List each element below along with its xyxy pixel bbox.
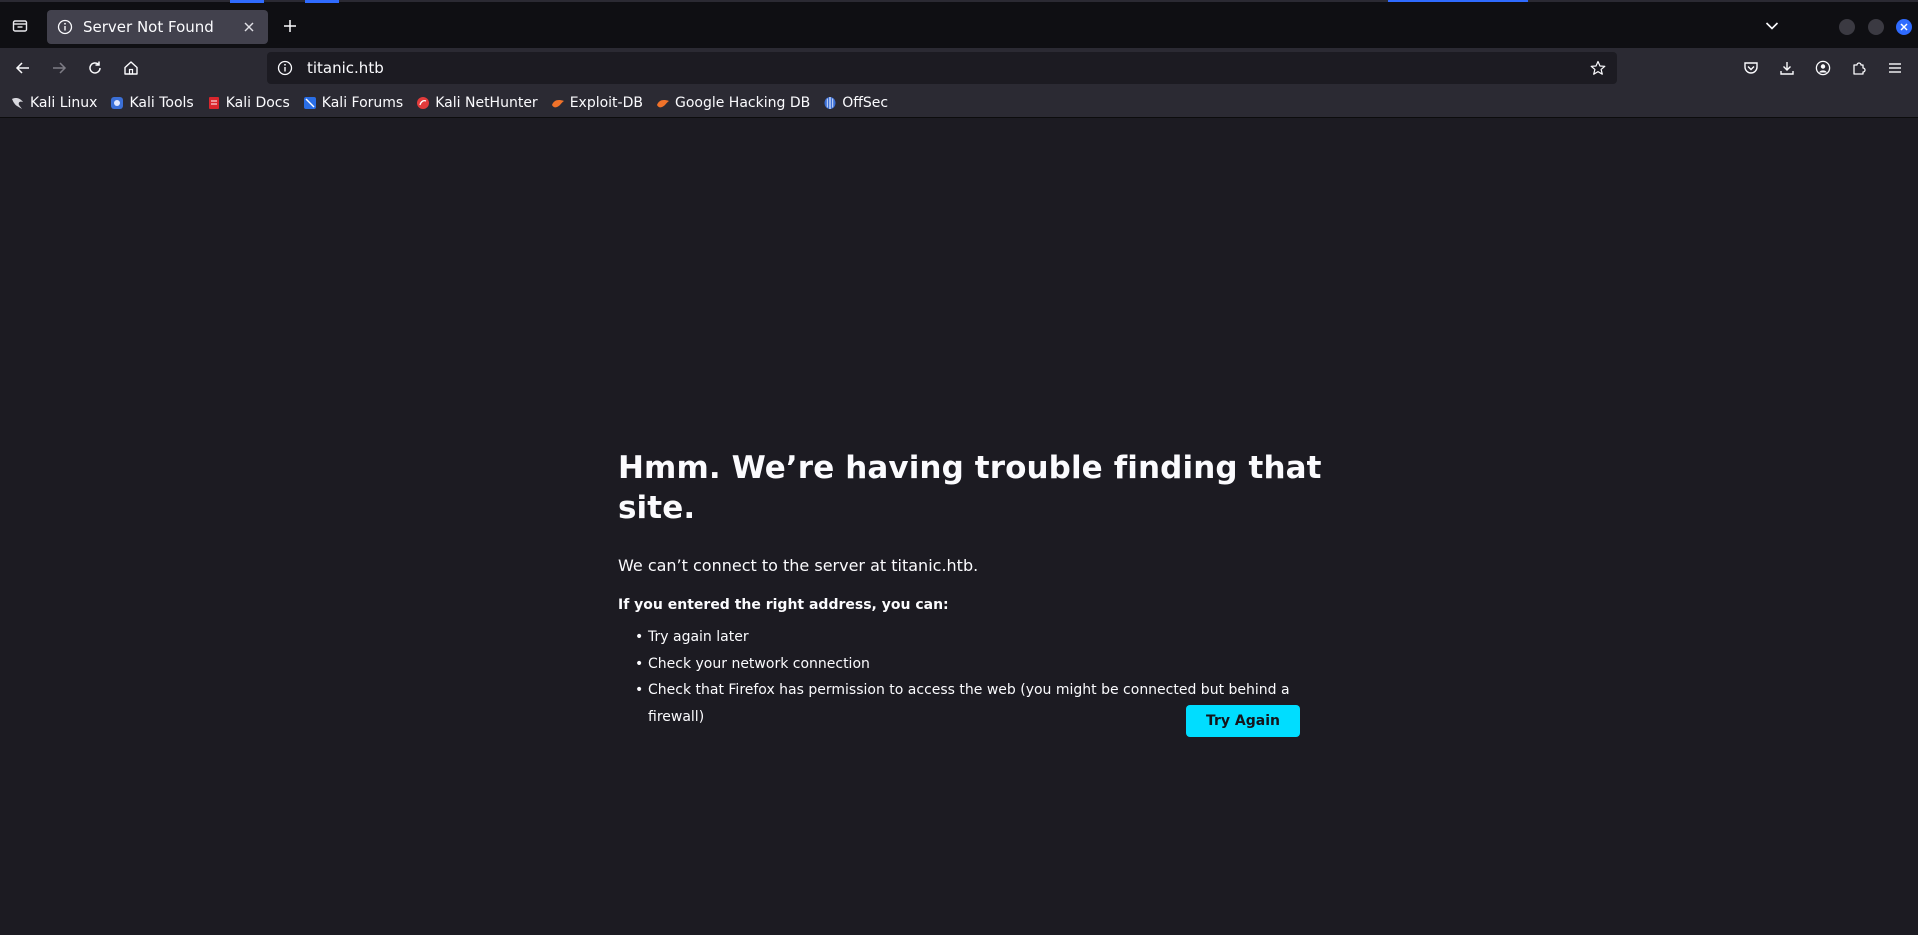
bookmark-kali-docs[interactable]: Kali Docs — [206, 95, 290, 111]
forward-button[interactable] — [47, 56, 71, 80]
home-button[interactable] — [119, 56, 143, 80]
account-button[interactable] — [1811, 56, 1835, 80]
app-menu-button[interactable] — [1883, 56, 1907, 80]
window-close-button[interactable] — [1896, 19, 1912, 35]
firefox-view-button[interactable] — [8, 14, 32, 38]
kali-forums-icon — [302, 95, 318, 111]
bookmark-label: Kali NetHunter — [435, 94, 538, 111]
download-icon — [1780, 62, 1794, 75]
bookmark-kali-linux[interactable]: Kali Linux — [10, 95, 97, 111]
page-content: Hmm. We’re having trouble finding that s… — [0, 118, 1918, 935]
try-again-button[interactable]: Try Again — [1186, 705, 1300, 737]
bookmark-label: Kali Tools — [129, 94, 194, 111]
star-icon — [1590, 60, 1606, 75]
account-icon — [1815, 60, 1831, 76]
bookmark-label: Kali Forums — [321, 94, 404, 111]
bookmark-label: Exploit-DB — [569, 94, 643, 111]
tab-close-button[interactable] — [240, 18, 258, 36]
arrow-left-icon — [15, 62, 29, 74]
kali-docs-icon — [206, 95, 222, 111]
address-bar[interactable]: titanic.htb — [267, 52, 1617, 84]
offsec-icon — [822, 95, 838, 111]
puzzle-icon — [1853, 62, 1866, 75]
suggestion-item: Check your network connection — [635, 651, 1338, 678]
kali-tools-icon — [109, 95, 125, 111]
extensions-button[interactable] — [1847, 56, 1871, 80]
hamburger-menu-icon — [1889, 63, 1901, 73]
site-info-icon[interactable] — [277, 60, 293, 76]
pocket-icon — [1744, 62, 1758, 74]
bookmark-kali-tools[interactable]: Kali Tools — [109, 94, 194, 111]
url-text[interactable]: titanic.htb — [307, 59, 1587, 77]
exploit-db-icon — [550, 95, 566, 111]
arrow-right-icon — [53, 62, 67, 74]
reload-button[interactable] — [83, 56, 107, 80]
tab-server-not-found[interactable]: Server Not Found — [47, 10, 268, 44]
list-all-tabs-button[interactable] — [1762, 16, 1782, 36]
bookmark-offsec[interactable]: OffSec — [822, 95, 888, 111]
ghdb-icon — [655, 95, 671, 111]
workspace-indicator — [305, 0, 339, 3]
chevron-down-icon — [1765, 22, 1779, 30]
bookmark-label: OffSec — [842, 94, 889, 111]
workspace-indicator — [230, 0, 264, 3]
minimize-button[interactable] — [1839, 19, 1855, 35]
kali-nethunter-icon — [415, 95, 431, 111]
bookmark-label: Kali Linux — [30, 94, 98, 111]
tab-strip: Server Not Found — [0, 0, 1918, 48]
maximize-button[interactable] — [1868, 19, 1884, 35]
bookmark-exploit-db[interactable]: Exploit-DB — [550, 95, 643, 111]
bookmark-kali-forums[interactable]: Kali Forums — [302, 95, 403, 111]
kali-dragon-icon — [10, 95, 26, 111]
pocket-button[interactable] — [1739, 56, 1763, 80]
bookmark-label: Google Hacking DB — [674, 94, 811, 111]
workspace-indicator — [1388, 0, 1528, 2]
downloads-button[interactable] — [1775, 56, 1799, 80]
new-tab-button[interactable] — [278, 14, 302, 38]
info-icon — [57, 19, 73, 35]
error-description: We can’t connect to the server at titani… — [618, 556, 979, 575]
advice-title: If you entered the right address, you ca… — [618, 597, 949, 613]
bookmark-kali-nethunter[interactable]: Kali NetHunter — [415, 94, 538, 111]
error-heading: Hmm. We’re having trouble finding that s… — [618, 450, 1322, 526]
reload-icon — [89, 61, 101, 74]
plus-icon — [284, 20, 296, 32]
firefox-view-icon — [12, 20, 28, 32]
close-icon — [244, 22, 254, 32]
back-button[interactable] — [11, 56, 35, 80]
bookmark-google-hacking-db[interactable]: Google Hacking DB — [655, 95, 810, 111]
bookmarks-toolbar: Kali Linux Kali Tools Kali Docs Kali For… — [0, 88, 1918, 118]
home-icon — [124, 61, 138, 75]
tab-title: Server Not Found — [83, 18, 214, 36]
close-icon — [1900, 23, 1908, 31]
bookmark-label: Kali Docs — [225, 94, 290, 111]
navigation-toolbar: titanic.htb — [0, 48, 1918, 88]
suggestion-item: Try again later — [635, 624, 1338, 651]
bookmark-star-button[interactable] — [1587, 57, 1609, 79]
error-container: Hmm. We’re having trouble finding that s… — [618, 448, 1338, 737]
